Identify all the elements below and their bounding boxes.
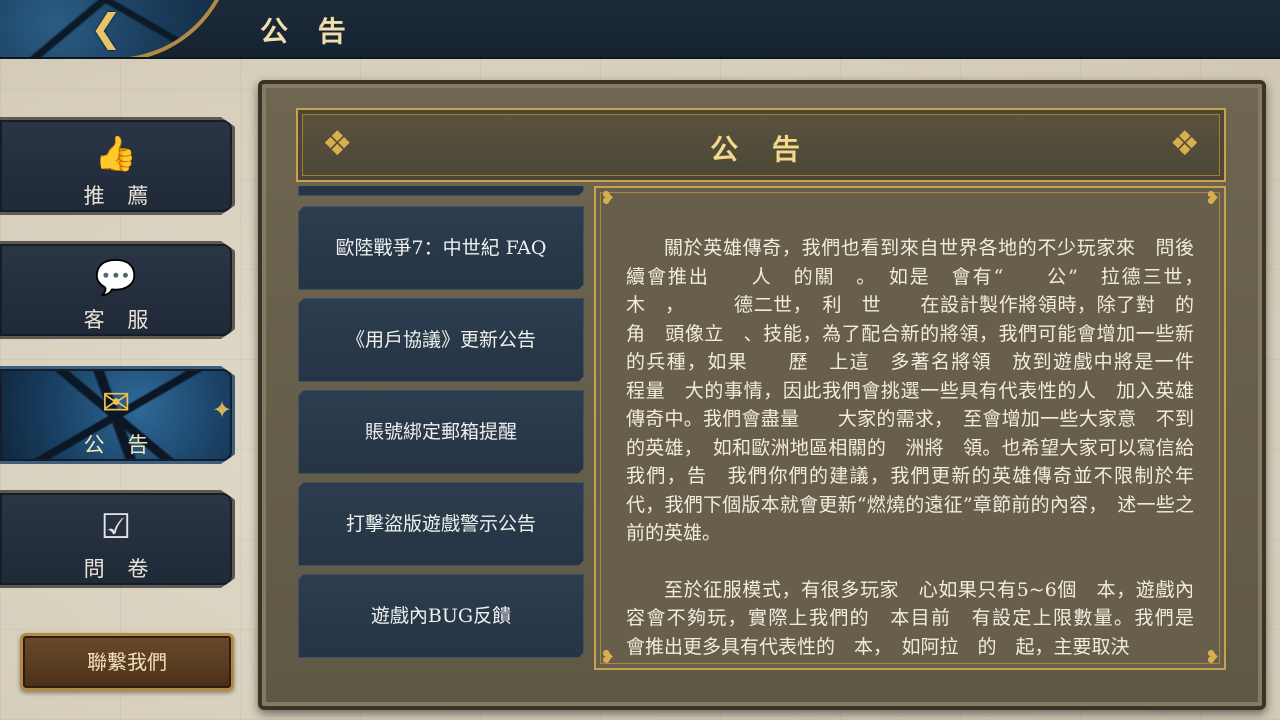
notice-body: 關於英雄傳奇，我們也看到來自世界各地的不少玩家來 問後續會推出 人 的關 。 如… xyxy=(626,234,1214,668)
top-bar: ❮ 公 告 xyxy=(0,0,1280,59)
nav-item-label: 客 服 xyxy=(83,308,157,332)
active-ornament-icon: ✦ xyxy=(212,396,233,424)
notice-content[interactable]: ❥ ❥ ❥ ❥ 關於英雄傳奇，我們也看到來自世界各地的不少玩家來 問後續會推出 … xyxy=(594,186,1226,670)
notice-item[interactable]: 歐陸戰爭7：中世紀 FAQ xyxy=(298,206,584,290)
nav-item-label: 公 告 xyxy=(83,433,157,457)
back-button-area[interactable]: ❮ xyxy=(0,0,240,57)
notice-item[interactable]: 遊戲內BUG反饋 xyxy=(298,574,584,658)
notice-paragraph: 至於征服模式，有很多玩家 心如果只有5~6個 本，遊戲內容會不夠玩，實際上我們的… xyxy=(626,578,1214,658)
nav-item-announcement[interactable]: ✉ 公 告 xyxy=(0,366,235,464)
corner-ornament-icon: ❥ xyxy=(1204,647,1220,668)
corner-ornament-icon: ❥ xyxy=(1204,188,1220,209)
survey-icon: ☑ xyxy=(100,507,132,547)
notice-item[interactable]: 《用戶協議》更新公告 xyxy=(298,298,584,382)
notice-item[interactable]: 打擊盜版遊戲警示公告 xyxy=(298,482,584,566)
nav-item-label: 問 卷 xyxy=(83,557,157,581)
nav-item-survey[interactable]: ☑ 問 卷 xyxy=(0,490,235,588)
nav-item-recommend[interactable]: 👍 推 薦 xyxy=(0,117,235,215)
corner-ornament-icon: ❥ xyxy=(600,188,616,209)
notice-paragraph: 關於英雄傳奇，我們也看到來自世界各地的不少玩家來 問後續會推出 人 的關 。 如… xyxy=(626,237,1214,544)
knot-ornament-icon: ❖ xyxy=(1169,124,1200,164)
page-title: 公 告 xyxy=(260,15,356,48)
contact-us-button[interactable]: 聯繫我們 xyxy=(20,633,234,691)
notice-item[interactable]: 賬號綁定郵箱提醒 xyxy=(298,390,584,474)
panel-header: ❖ 公 告 ❖ xyxy=(296,108,1226,182)
notice-list[interactable]: 歐陸戰爭7：中世紀 FAQ 《用戶協議》更新公告 賬號綁定郵箱提醒 打擊盜版遊戲… xyxy=(298,186,584,660)
nav-item-customer-service[interactable]: 💬 客 服 xyxy=(0,241,235,339)
corner-ornament-icon: ❥ xyxy=(600,647,616,668)
thumbs-up-icon: 👍 xyxy=(94,134,138,174)
customer-service-icon: 💬 xyxy=(94,258,138,298)
announcement-icon: ✉ xyxy=(101,383,131,423)
notice-item-partial[interactable] xyxy=(298,186,584,196)
panel-title: 公 告 xyxy=(710,133,812,166)
nav-item-label: 推 薦 xyxy=(83,184,157,208)
back-arrow-icon[interactable]: ❮ xyxy=(80,8,132,48)
